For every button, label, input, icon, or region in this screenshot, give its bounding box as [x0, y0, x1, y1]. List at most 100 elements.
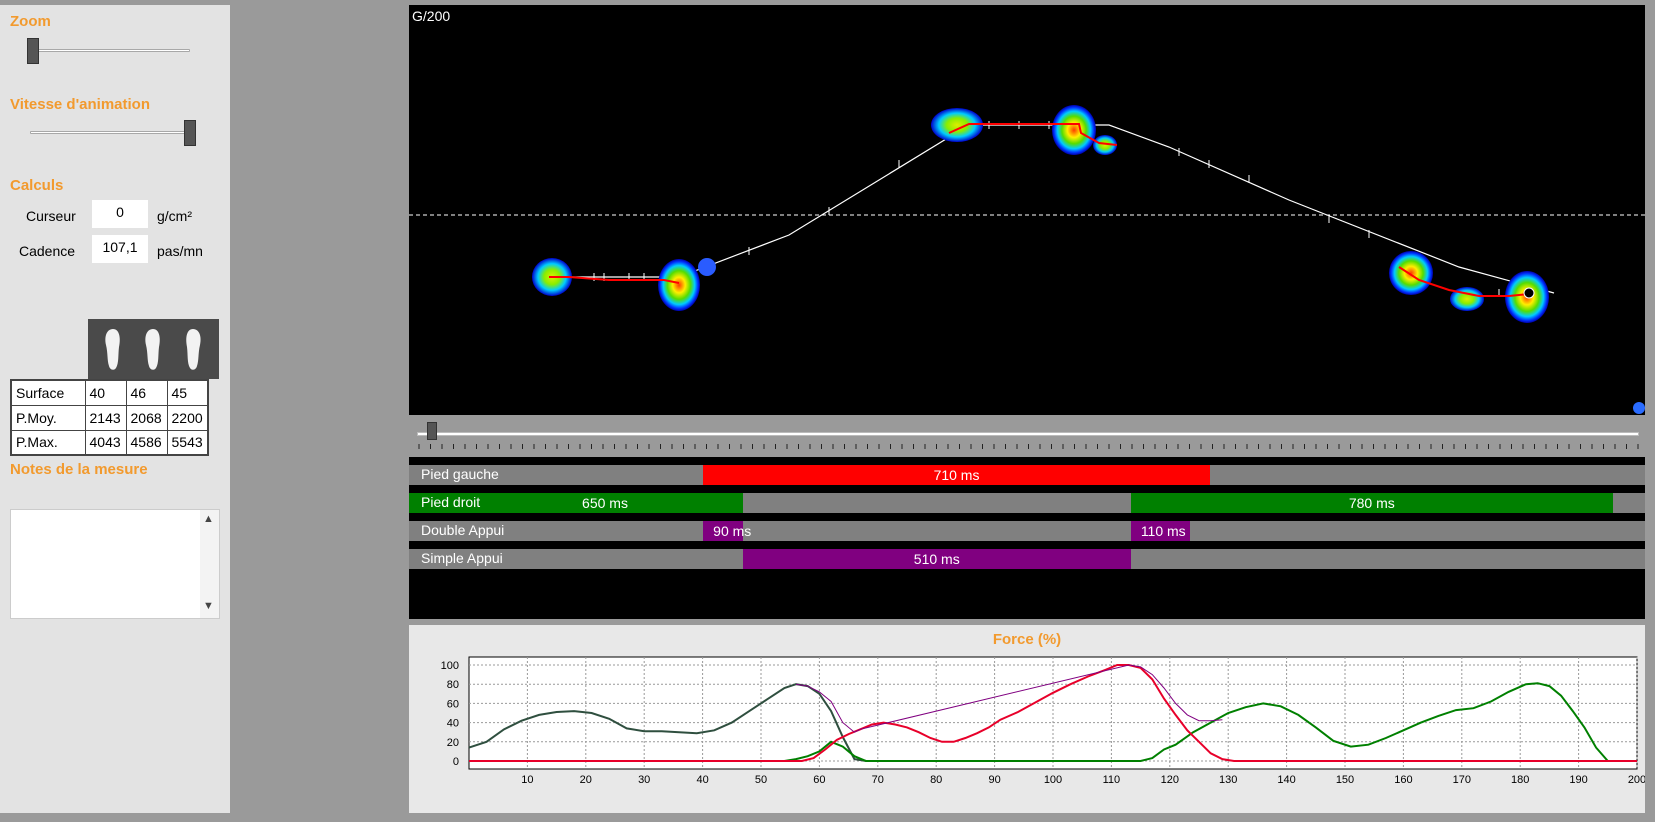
force-chart-title: Force (%) — [992, 631, 1062, 648]
both-feet-icon — [145, 329, 160, 370]
stats-row-label: P.Moy. — [10, 404, 86, 431]
phase-duration: 90 ms — [713, 523, 752, 539]
x-tick-label: 160 — [1394, 774, 1412, 786]
footprint-5 — [1389, 251, 1433, 295]
footprint-2 — [658, 259, 700, 311]
phase-duration: 650 ms — [582, 495, 628, 511]
force-chart-panel: 10 20 30 40 50 60 70 80 90 100 110 120 130 140 150 160 1… — [409, 625, 1645, 813]
cursor-value: 0 — [92, 200, 148, 228]
x-tick-label: 190 — [1569, 774, 1587, 786]
phase-segment: 90 ms — [703, 521, 751, 541]
x-tick-label: 20 — [580, 774, 592, 786]
stats-cell: 2143 — [84, 404, 127, 431]
zoom-title: Zoom — [10, 13, 51, 30]
footprint-4 — [1052, 105, 1096, 155]
phase-segment: 780 ms — [1130, 493, 1613, 513]
stats-cell: 5543 — [166, 429, 209, 456]
stats-cell: 2068 — [125, 404, 168, 431]
y-tick-label: 60 — [447, 698, 459, 710]
y-tick-label: 20 — [447, 737, 459, 749]
stats-cell: 40 — [84, 379, 127, 406]
y-tick-label: 80 — [447, 679, 459, 691]
stats-cell: 46 — [125, 379, 168, 406]
x-tick-label: 110 — [1103, 774, 1121, 786]
timeline-ticks — [418, 444, 1639, 449]
stats-row-label: Surface — [10, 379, 86, 406]
speed-slider-thumb[interactable] — [184, 120, 196, 146]
speed-slider-track[interactable] — [30, 131, 190, 134]
x-tick-label: 120 — [1161, 774, 1179, 786]
scroll-down-icon[interactable]: ▼ — [203, 600, 214, 612]
notes-title: Notes de la mesure — [10, 461, 148, 478]
cursor-unit: g/cm² — [157, 208, 192, 224]
timeline-thumb[interactable] — [427, 422, 437, 440]
stats-cell: 2200 — [166, 404, 209, 431]
x-tick-label: 50 — [755, 774, 767, 786]
notes-textarea[interactable] — [10, 509, 220, 619]
footprint-2-toe — [698, 258, 716, 276]
x-tick-label: 90 — [988, 774, 1000, 786]
force-chart: 10 20 30 40 50 60 70 80 90 100 110 120 130 140 150 160 1… — [441, 656, 1645, 786]
phase-label: Double Appui — [421, 522, 505, 538]
phase-duration: 780 ms — [1348, 495, 1395, 511]
phase-label: Simple Appui — [421, 550, 503, 566]
cursor-dot — [1523, 287, 1535, 299]
stats-cell: 4586 — [125, 429, 168, 456]
phase-segment: 110 ms — [1130, 521, 1191, 541]
feet-icons-box — [88, 319, 219, 379]
timeline-slider[interactable] — [409, 420, 1645, 450]
x-tick-label: 80 — [930, 774, 942, 786]
cadence-value: 107,1 — [92, 235, 148, 263]
left-panel: Zoom Vitesse d'animation Calculs Curseur… — [0, 5, 230, 813]
x-tick-label: 130 — [1219, 774, 1237, 786]
x-tick-label: 170 — [1453, 774, 1471, 786]
pressure-scale-label: G/200 — [412, 8, 451, 24]
phase-duration: 510 ms — [913, 551, 960, 567]
phase-duration: 710 ms — [933, 467, 980, 483]
cursor-label: Curseur — [26, 208, 76, 224]
phase-duration: 110 ms — [1140, 523, 1186, 539]
x-tick-label: 30 — [638, 774, 650, 786]
trajectory-ticks — [593, 121, 1520, 297]
y-tick-label: 40 — [447, 718, 459, 730]
x-tick-label: 40 — [696, 774, 708, 786]
zoom-slider-thumb[interactable] — [27, 38, 39, 64]
zoom-slider-track[interactable] — [30, 49, 190, 52]
calc-title: Calculs — [10, 177, 64, 194]
cadence-label: Cadence — [19, 243, 76, 259]
phase-segment: 710 ms — [703, 465, 1210, 485]
phase-label: Pied gauche — [421, 466, 499, 482]
left-foot-icon — [105, 329, 120, 370]
pressure-canvas — [409, 105, 1645, 414]
cadence-unit: pas/mn — [157, 243, 203, 259]
y-tick-label: 0 — [453, 756, 459, 768]
pressure-view[interactable]: G/200 — [409, 5, 1645, 415]
x-tick-label: 150 — [1336, 774, 1354, 786]
phase-row: 90 ms 110 ms Double Appui — [409, 521, 1645, 541]
x-tick-label: 180 — [1511, 774, 1529, 786]
x-tick-label: 10 — [521, 774, 533, 786]
phase-row: 710 ms Pied gauche — [409, 465, 1645, 485]
right-foot-icon — [186, 329, 201, 370]
stats-row: P.Moy. 2143 2068 2200 — [10, 404, 209, 431]
corner-indicator-icon — [1633, 402, 1645, 414]
timeline-track[interactable] — [417, 432, 1639, 436]
x-tick-label: 70 — [872, 774, 884, 786]
notes-scrollbar[interactable]: ▲ ▼ — [200, 510, 219, 618]
stats-row: P.Max. 4043 4586 5543 — [10, 429, 209, 456]
y-tick-label: 100 — [441, 660, 459, 672]
stats-row: Surface 40 46 45 — [10, 379, 209, 406]
x-tick-label: 100 — [1044, 774, 1062, 786]
phase-row: 650 ms 780 ms Pied droit — [409, 493, 1645, 513]
phase-bars: 710 ms Pied gauche 650 ms 780 ms Pied droit 9… — [409, 457, 1645, 619]
stats-row-label: P.Max. — [10, 429, 86, 456]
x-tick-label: 60 — [813, 774, 825, 786]
phase-row: 510 ms Simple Appui — [409, 549, 1645, 569]
stats-cell: 4043 — [84, 429, 127, 456]
speed-title: Vitesse d'animation — [10, 96, 151, 113]
x-tick-label: 140 — [1277, 774, 1295, 786]
stats-cell: 45 — [166, 379, 209, 406]
scroll-up-icon[interactable]: ▲ — [203, 513, 214, 525]
x-tick-label: 200 — [1628, 774, 1645, 786]
phase-segment: 510 ms — [742, 549, 1131, 569]
